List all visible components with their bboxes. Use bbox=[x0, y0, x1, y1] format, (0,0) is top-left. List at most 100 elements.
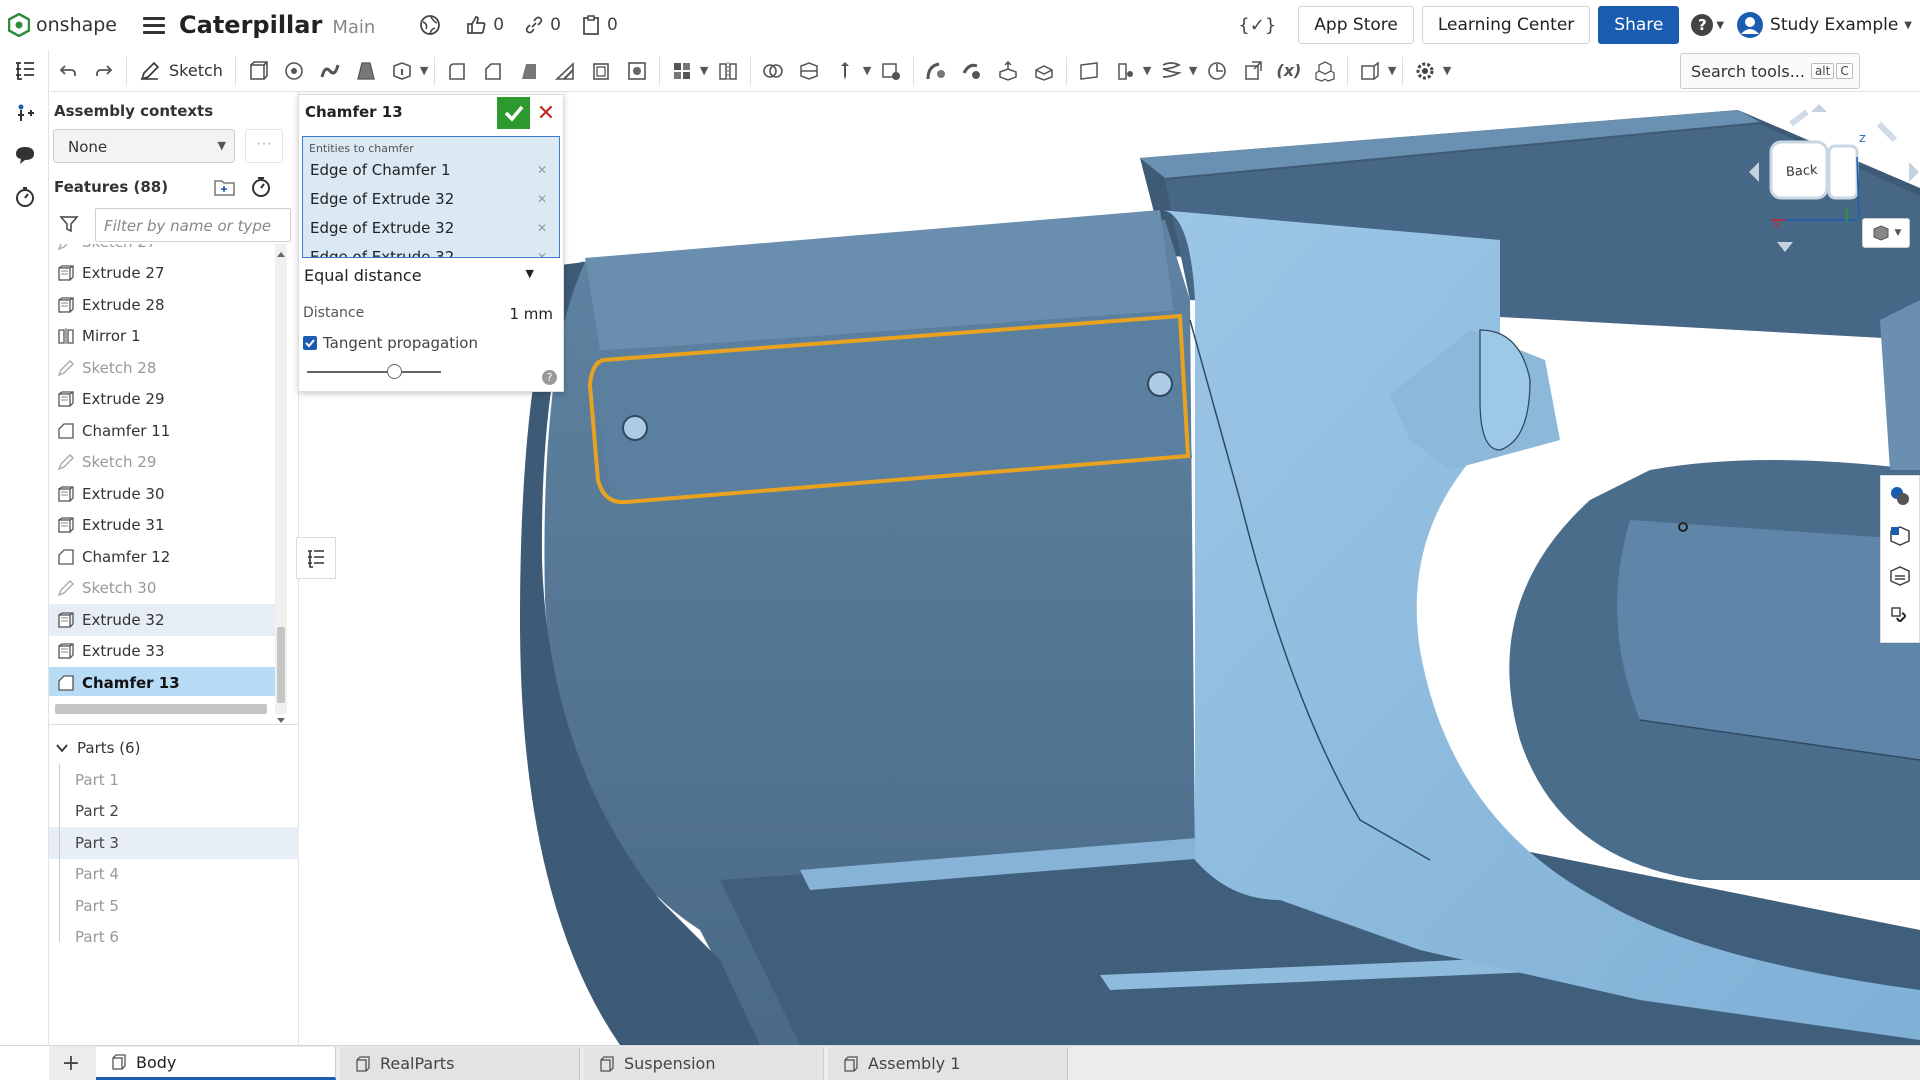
variable-studio-icon[interactable]: {✓} bbox=[1238, 15, 1276, 36]
help-icon[interactable]: ? bbox=[542, 370, 557, 385]
comments-icon[interactable] bbox=[0, 134, 49, 176]
configurations-icon[interactable] bbox=[1307, 53, 1343, 89]
view-cube[interactable]: Back X Y Z bbox=[1729, 102, 1919, 277]
remove-entity-icon[interactable]: ✕ bbox=[537, 192, 547, 206]
undo-icon[interactable] bbox=[50, 53, 86, 89]
accept-button[interactable] bbox=[497, 97, 530, 129]
menu-icon[interactable] bbox=[143, 13, 166, 38]
part-item-1[interactable]: Part 1 bbox=[49, 764, 299, 796]
rib-icon[interactable] bbox=[547, 53, 583, 89]
plane-icon[interactable] bbox=[1071, 53, 1107, 89]
part-item-5[interactable]: Part 5 bbox=[49, 890, 299, 922]
sheet-metal-icon[interactable] bbox=[1352, 53, 1388, 89]
remove-entity-icon[interactable]: ✕ bbox=[537, 221, 547, 235]
transform-icon[interactable] bbox=[827, 53, 863, 89]
share-button[interactable]: Share bbox=[1598, 6, 1680, 44]
entity-item[interactable]: Edge of Chamfer 1 ✕ bbox=[303, 155, 559, 184]
feature-filter-input[interactable]: Filter by name or type bbox=[95, 208, 291, 242]
fillet-icon[interactable] bbox=[439, 53, 475, 89]
scroll-up-icon[interactable] bbox=[277, 252, 285, 257]
scroll-down-icon[interactable] bbox=[277, 718, 285, 723]
part-item-4[interactable]: Part 4 bbox=[49, 859, 299, 891]
tab-assembly-1[interactable]: Assembly 1 bbox=[828, 1047, 1068, 1080]
context-more-icon[interactable]: ··· bbox=[245, 129, 283, 163]
feature-item-mirror-1[interactable]: Mirror 1 bbox=[49, 321, 275, 353]
onshape-logo[interactable]: onshape bbox=[8, 13, 117, 37]
feature-item-chamfer-13[interactable]: Chamfer 13 bbox=[49, 667, 275, 696]
feature-item-extrude-33[interactable]: Extrude 33 bbox=[49, 636, 275, 668]
appearance-icon[interactable] bbox=[1881, 476, 1919, 516]
tangent-propagation-checkbox[interactable]: Tangent propagation bbox=[303, 334, 478, 352]
horizontal-scrollbar[interactable] bbox=[55, 704, 267, 714]
loft-icon[interactable] bbox=[348, 53, 384, 89]
tab-realparts[interactable]: RealParts bbox=[340, 1047, 580, 1080]
feature-item-chamfer-11[interactable]: Chamfer 11 bbox=[49, 415, 275, 447]
app-store-button[interactable]: App Store bbox=[1298, 6, 1414, 44]
distance-value[interactable]: 1 mm bbox=[509, 305, 553, 323]
feature-list-icon[interactable] bbox=[0, 50, 49, 92]
part-properties-icon[interactable] bbox=[1881, 516, 1919, 556]
chevron-down-icon[interactable]: ▼ bbox=[420, 64, 430, 77]
chevron-down-icon[interactable]: ▼ bbox=[700, 64, 710, 77]
feature-list-scrollbar[interactable] bbox=[275, 244, 287, 723]
measure-icon[interactable] bbox=[1199, 53, 1235, 89]
filter-icon[interactable] bbox=[59, 214, 79, 238]
draft-icon[interactable] bbox=[511, 53, 547, 89]
distance-field[interactable]: Distance 1 mm bbox=[303, 305, 561, 323]
thicken-icon[interactable] bbox=[384, 53, 420, 89]
history-icon[interactable] bbox=[0, 176, 49, 218]
mate-connector-icon[interactable] bbox=[0, 92, 49, 134]
feature-item-sketch-29[interactable]: Sketch 29 bbox=[49, 447, 275, 479]
rollback-timer-icon[interactable] bbox=[249, 175, 273, 203]
chevron-down-icon[interactable]: ▼ bbox=[863, 64, 873, 77]
replace-face-icon[interactable] bbox=[1026, 53, 1062, 89]
mate-connector-tool-icon[interactable] bbox=[1107, 53, 1143, 89]
entity-item[interactable]: Edge of Extrude 32 ✕ bbox=[303, 213, 559, 242]
tab-body[interactable]: Body bbox=[96, 1047, 336, 1080]
mass-properties-icon[interactable] bbox=[1881, 556, 1919, 596]
parts-header[interactable]: Parts (6) bbox=[49, 732, 299, 764]
feature-item-extrude-30[interactable]: Extrude 30 bbox=[49, 478, 275, 510]
helix-icon[interactable] bbox=[1153, 53, 1189, 89]
entities-selection-box[interactable]: Entities to chamfer Edge of Chamfer 1 ✕ Ed… bbox=[302, 136, 560, 258]
slider-handle[interactable] bbox=[387, 364, 402, 379]
feature-item-sketch-28[interactable]: Sketch 28 bbox=[49, 352, 275, 384]
feature-item-extrude-28[interactable]: Extrude 28 bbox=[49, 289, 275, 321]
revolve-icon[interactable] bbox=[276, 53, 312, 89]
modify-fillet-icon[interactable] bbox=[918, 53, 954, 89]
learning-center-button[interactable]: Learning Center bbox=[1421, 6, 1591, 44]
globe-icon[interactable] bbox=[419, 14, 441, 36]
feature-item-sketch-30[interactable]: Sketch 30 bbox=[49, 573, 275, 605]
configurations-panel-icon[interactable] bbox=[1881, 596, 1919, 636]
part-item-6[interactable]: Part 6 bbox=[49, 922, 299, 954]
chamfer-type-select[interactable]: Equal distance ▼ bbox=[304, 266, 534, 285]
like-button[interactable]: 0 bbox=[465, 14, 504, 36]
derived-icon[interactable] bbox=[1235, 53, 1271, 89]
help-button[interactable]: ? ▼ bbox=[1691, 14, 1724, 36]
tab-suspension[interactable]: Suspension bbox=[584, 1047, 824, 1080]
chevron-down-icon[interactable]: ▼ bbox=[1443, 64, 1453, 77]
user-menu[interactable]: Study Example ▼ bbox=[1736, 11, 1912, 39]
chevron-down-icon[interactable]: ▼ bbox=[1388, 64, 1398, 77]
copies-button[interactable]: 0 bbox=[581, 14, 618, 36]
sketch-button[interactable]: Sketch bbox=[131, 53, 231, 89]
entity-item[interactable]: Edge of Extrude 32 ✕ bbox=[303, 184, 559, 213]
assembly-context-select[interactable]: None ▼ bbox=[53, 129, 235, 163]
boolean-icon[interactable] bbox=[755, 53, 791, 89]
entity-item[interactable]: Edge of Extrude 32 ✕ bbox=[303, 242, 559, 258]
feature-item-extrude-31[interactable]: Extrude 31 bbox=[49, 510, 275, 542]
feature-item-extrude-32[interactable]: Extrude 32 bbox=[49, 604, 275, 636]
document-name[interactable]: Caterpillar bbox=[179, 11, 322, 39]
part-item-3[interactable]: Part 3 bbox=[49, 827, 299, 859]
view-cube-face-label[interactable]: Back bbox=[1786, 163, 1819, 180]
extrude-icon[interactable] bbox=[240, 53, 276, 89]
remove-entity-icon[interactable]: ✕ bbox=[537, 250, 547, 258]
delete-face-icon[interactable] bbox=[954, 53, 990, 89]
add-folder-icon[interactable] bbox=[213, 176, 237, 202]
search-tools-input[interactable]: Search tools... alt C bbox=[1680, 53, 1860, 89]
sweep-icon[interactable] bbox=[312, 53, 348, 89]
links-button[interactable]: 0 bbox=[524, 15, 561, 35]
chamfer-icon[interactable] bbox=[475, 53, 511, 89]
slider-track[interactable] bbox=[307, 371, 441, 373]
add-tab-icon[interactable]: + bbox=[56, 1046, 86, 1081]
